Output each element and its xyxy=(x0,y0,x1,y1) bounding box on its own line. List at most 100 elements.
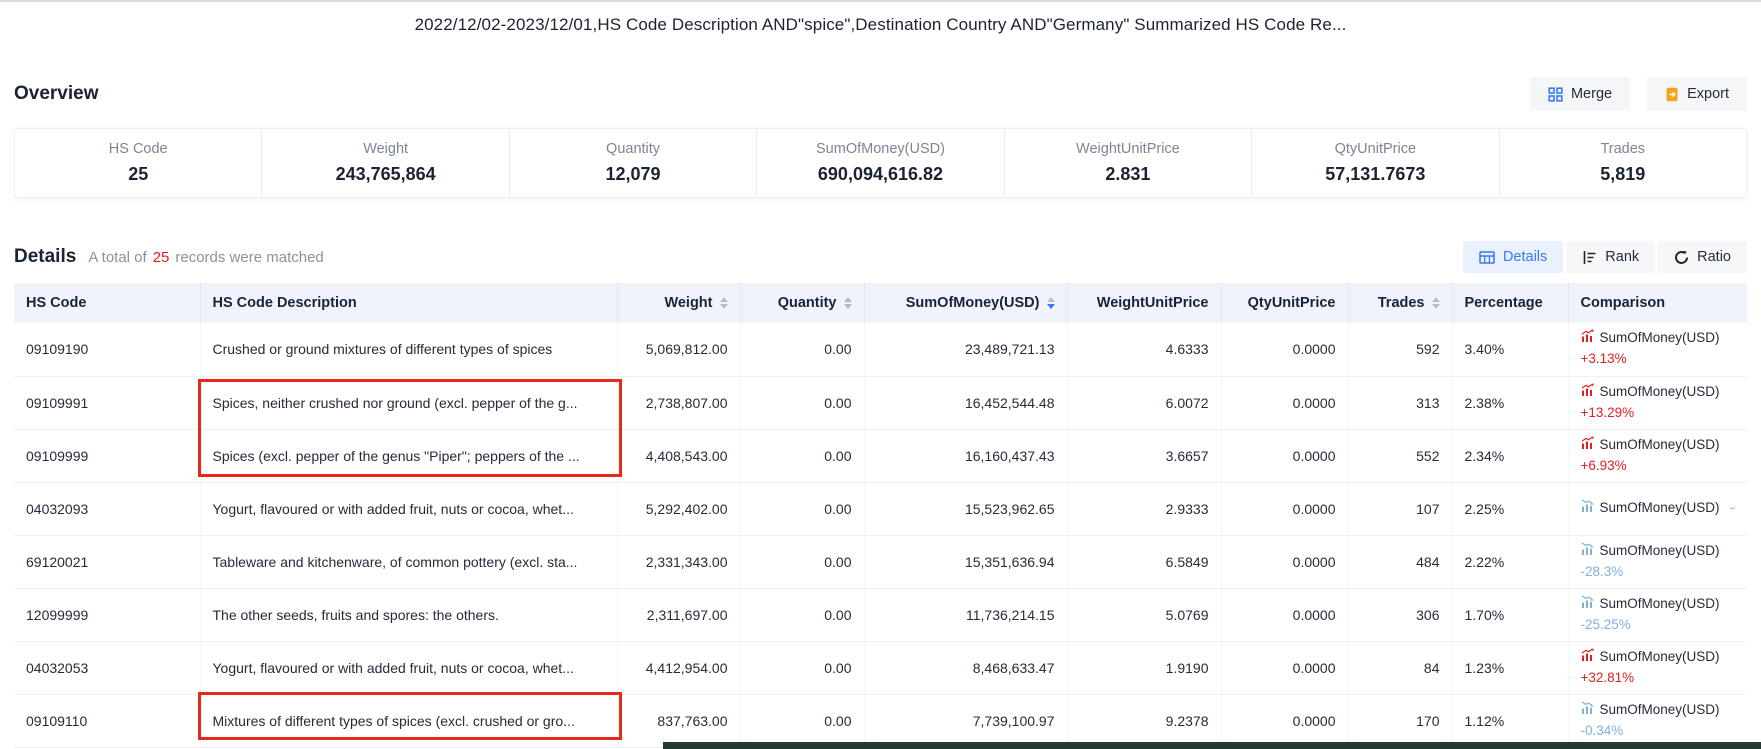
merge-button-label: Merge xyxy=(1571,86,1612,102)
details-table: HS CodeHS Code DescriptionWeightQuantity… xyxy=(14,283,1747,748)
trend-up-icon xyxy=(1581,435,1594,456)
column-header-comparison: Comparison xyxy=(1568,283,1747,323)
match-text: A total of25records were matched xyxy=(88,249,323,266)
stat-label: Trades xyxy=(1600,141,1645,157)
cell-percentage: 1.12% xyxy=(1452,694,1568,747)
merge-button[interactable]: Merge xyxy=(1530,77,1630,111)
column-header-weight[interactable]: Weight xyxy=(617,283,740,323)
cell-trades: 84 xyxy=(1348,641,1452,694)
column-header-trades[interactable]: Trades xyxy=(1348,283,1452,323)
merge-icon xyxy=(1548,87,1563,102)
cell-description: Yogurt, flavoured or with added fruit, n… xyxy=(200,641,617,694)
view-button-label: Details xyxy=(1503,249,1547,265)
comparison: SumOfMoney(USD)+3.13% xyxy=(1581,328,1736,370)
overview-stat: Quantity12,079 xyxy=(510,129,757,197)
cell-hs-code: 12099999 xyxy=(14,588,200,641)
cell-weight-unit-price: 3.6657 xyxy=(1067,429,1221,482)
sort-asc-caret[interactable] xyxy=(720,297,728,302)
sort-desc-caret[interactable] xyxy=(1047,304,1055,309)
cell-weight: 837,763.00 xyxy=(617,694,740,747)
column-label: Trades xyxy=(1378,295,1425,311)
cell-comparison: SumOfMoney(USD)-0.34% xyxy=(1568,694,1747,747)
sort-desc-caret[interactable] xyxy=(720,304,728,309)
sort-asc-caret[interactable] xyxy=(1047,297,1055,302)
sort-control[interactable] xyxy=(720,297,728,309)
cell-trades: 170 xyxy=(1348,694,1452,747)
cell-quantity: 0.00 xyxy=(740,323,864,376)
cell-trades: 313 xyxy=(1348,376,1452,429)
stat-label: WeightUnitPrice xyxy=(1076,141,1180,157)
table-row: 04032053Yogurt, flavoured or with added … xyxy=(14,641,1747,694)
column-label: HS Code Description xyxy=(213,295,357,311)
cell-qty-unit-price: 0.0000 xyxy=(1221,323,1348,376)
cell-description: Tableware and kitchenware, of common pot… xyxy=(200,535,617,588)
page-title: 2022/12/02-2023/12/01,HS Code Descriptio… xyxy=(415,15,1347,35)
comparison-change: -25.25% xyxy=(1581,615,1736,636)
cell-percentage: 3.40% xyxy=(1452,323,1568,376)
stat-value: 25 xyxy=(128,164,148,185)
column-header-percentage: Percentage xyxy=(1452,283,1568,323)
stat-label: SumOfMoney(USD) xyxy=(816,141,945,157)
comparison: SumOfMoney(USD)-0.34% xyxy=(1581,700,1736,742)
cell-trades: 592 xyxy=(1348,323,1452,376)
cell-trades: 552 xyxy=(1348,429,1452,482)
column-header-quantity[interactable]: Quantity xyxy=(740,283,864,323)
cell-quantity: 0.00 xyxy=(740,429,864,482)
sort-desc-caret[interactable] xyxy=(844,304,852,309)
cell-description: Spices, neither crushed nor ground (excl… xyxy=(200,376,617,429)
cell-hs-code: 09109110 xyxy=(14,694,200,747)
rank-icon xyxy=(1582,250,1597,265)
overview-header: Overview Merge Export xyxy=(14,74,1747,114)
cell-trades: 107 xyxy=(1348,482,1452,535)
cell-weight: 5,292,402.00 xyxy=(617,482,740,535)
column-header-sumofmoney-usd-[interactable]: SumOfMoney(USD) xyxy=(864,283,1067,323)
cell-weight-unit-price: 5.0769 xyxy=(1067,588,1221,641)
view-switch: Details RankRatio xyxy=(1463,241,1747,273)
cell-hs-code: 04032053 xyxy=(14,641,200,694)
cell-qty-unit-price: 0.0000 xyxy=(1221,641,1348,694)
details-header: Details A total of25records were matched… xyxy=(14,240,1747,274)
column-header-qtyunitprice: QtyUnitPrice xyxy=(1221,283,1348,323)
table-row: 09109999Spices (excl. pepper of the genu… xyxy=(14,429,1747,482)
cell-sum-of-money: 8,468,633.47 xyxy=(864,641,1067,694)
cell-quantity: 0.00 xyxy=(740,535,864,588)
table-icon xyxy=(1479,250,1495,265)
cell-weight-unit-price: 2.9333 xyxy=(1067,482,1221,535)
comparison-metric-label: SumOfMoney(USD) xyxy=(1600,594,1720,615)
overview-stat: Trades 5,819 xyxy=(1500,129,1746,197)
trend-down-icon xyxy=(1581,541,1594,562)
sort-control[interactable] xyxy=(1432,297,1440,309)
sort-control[interactable] xyxy=(1047,297,1055,309)
stat-value: 5,819 xyxy=(1600,164,1645,185)
comparison-metric-label: SumOfMoney(USD) xyxy=(1600,541,1720,562)
trend-up-icon xyxy=(1581,328,1594,349)
sort-asc-caret[interactable] xyxy=(1432,297,1440,302)
cell-comparison: SumOfMoney(USD)+6.93% xyxy=(1568,429,1747,482)
column-label: Weight xyxy=(664,295,712,311)
table-row: 04032093Yogurt, flavoured or with added … xyxy=(14,482,1747,535)
cell-sum-of-money: 11,736,214.15 xyxy=(864,588,1067,641)
window-title-bar: 2022/12/02-2023/12/01,HS Code Descriptio… xyxy=(0,0,1761,48)
comparison-change: -0.34% xyxy=(1581,721,1736,742)
cell-comparison: SumOfMoney(USD)+13.29% xyxy=(1568,376,1747,429)
comparison: SumOfMoney(USD)-28.3% xyxy=(1581,541,1736,583)
view-button-details[interactable]: Details xyxy=(1463,241,1563,273)
sort-control[interactable] xyxy=(844,297,852,309)
cell-qty-unit-price: 0.0000 xyxy=(1221,535,1348,588)
column-header-hs-code-description: HS Code Description xyxy=(200,283,617,323)
cell-comparison: SumOfMoney(USD)+3.13% xyxy=(1568,323,1747,376)
sort-desc-caret[interactable] xyxy=(1432,304,1440,309)
cell-qty-unit-price: 0.0000 xyxy=(1221,376,1348,429)
table-row: 12099999The other seeds, fruits and spor… xyxy=(14,588,1747,641)
stat-label: HS Code xyxy=(109,141,168,157)
comparison-metric-label: SumOfMoney(USD) xyxy=(1600,498,1720,519)
export-button[interactable]: Export xyxy=(1647,77,1747,111)
export-icon xyxy=(1665,87,1679,102)
view-button-ratio[interactable]: Ratio xyxy=(1658,241,1747,273)
comparison: SumOfMoney(USD)+32.81% xyxy=(1581,647,1736,689)
view-button-rank[interactable]: Rank xyxy=(1566,241,1655,273)
sort-asc-caret[interactable] xyxy=(844,297,852,302)
column-label: Quantity xyxy=(778,295,837,311)
cell-hs-code: 09109999 xyxy=(14,429,200,482)
table-header-row: HS CodeHS Code DescriptionWeightQuantity… xyxy=(14,283,1747,323)
